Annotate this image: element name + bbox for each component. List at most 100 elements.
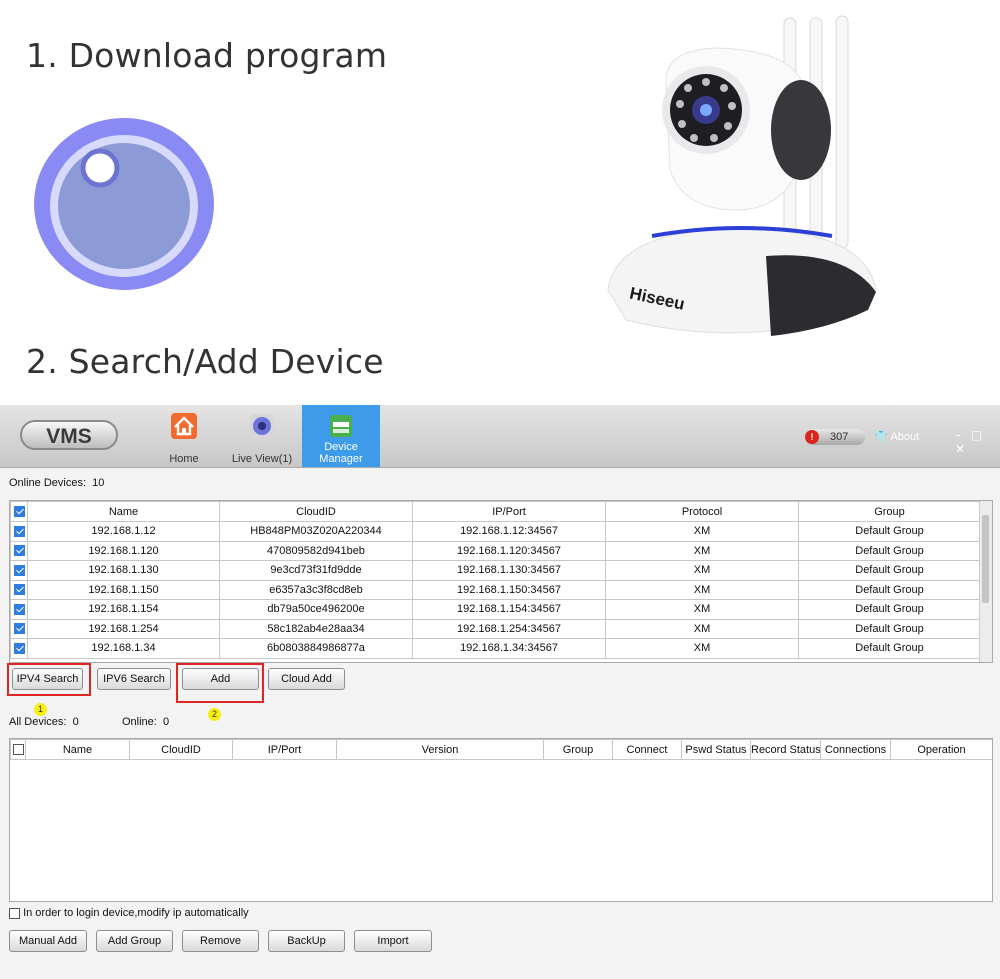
about-label: About [890, 431, 920, 443]
col-header[interactable]: Name [25, 739, 130, 760]
all-devices-text: All Devices: [9, 716, 67, 728]
table-row[interactable]: 192.168.1.254 58c182ab4e28aa34 192.168.1… [10, 618, 981, 639]
col-header[interactable]: Group [543, 739, 613, 760]
cell-protocol: XM [605, 618, 799, 639]
table-row[interactable]: 192.168.1.34 6b0803884986877a 192.168.1.… [10, 638, 981, 659]
checkbox-checked-icon [13, 603, 25, 615]
col-header[interactable]: Version [336, 739, 544, 760]
cell-group: Default Group [798, 579, 981, 600]
cell-group: Default Group [798, 521, 981, 542]
camera-lens-icon [250, 414, 274, 438]
checkbox-checked-icon [13, 525, 25, 537]
cell-name: 192.168.1.34 [27, 638, 220, 659]
checkbox-checked-icon [13, 642, 25, 654]
app-logo-icon [34, 118, 214, 290]
nav-home[interactable]: Home [160, 405, 208, 467]
table-row[interactable]: 192.168.1.12 HB848PM03Z020A220344 192.16… [10, 521, 981, 542]
manual-add-button[interactable]: Manual Add [9, 930, 87, 952]
cell-cloudid: db79a50ce496200e [219, 599, 413, 620]
col-header[interactable]: Connect [612, 739, 682, 760]
cell-cloudid: HB848PM03Z020A220344 [219, 521, 413, 542]
col-header[interactable]: Connections [820, 739, 891, 760]
device-manager-icon [330, 415, 352, 437]
vms-logo: VMS [20, 420, 118, 450]
step-marker-1: 1 [34, 703, 47, 716]
col-header[interactable]: Record Status [750, 739, 821, 760]
row-checkbox[interactable] [10, 638, 28, 659]
nav-device-manager-label: Device Manager [319, 441, 363, 465]
cell-name: 192.168.1.130 [27, 560, 220, 581]
cloud-add-button[interactable]: Cloud Add [268, 668, 345, 690]
add-group-button[interactable]: Add Group [96, 930, 173, 952]
online-devices-count: 10 [92, 477, 105, 489]
col-header[interactable]: Pswd Status [681, 739, 751, 760]
step2-title: 2. Search/Add Device [26, 342, 384, 381]
nav-live-view-label: Live View(1) [231, 453, 293, 465]
checkbox-unchecked-icon [12, 744, 24, 756]
checkbox-checked-icon [13, 545, 25, 557]
table-row[interactable]: 192.168.1.120 470809582d941beb 192.168.1… [10, 540, 981, 561]
select-all-checkbox[interactable] [10, 501, 28, 522]
window-controls[interactable]: – □ ✕ [955, 428, 1000, 456]
cell-group: Default Group [798, 540, 981, 561]
remove-button[interactable]: Remove [182, 930, 259, 952]
nav-device-manager[interactable]: Device Manager [302, 405, 380, 467]
import-button[interactable]: Import [354, 930, 432, 952]
checkbox-checked-icon [13, 584, 25, 596]
cell-cloudid: 9e3cd73f31fd9dde [219, 560, 413, 581]
col-header[interactable]: CloudID [129, 739, 233, 760]
all-table-header: Name CloudID IP/Port Version Group Conne… [10, 739, 992, 760]
select-all-checkbox[interactable] [10, 739, 26, 760]
cell-ipport: 192.168.1.34:34567 [412, 638, 606, 659]
auto-ip-option[interactable]: In order to login device,modify ip autom… [9, 907, 249, 919]
vms-window: VMS Home Live View(1) Device Manager ! 3… [0, 405, 1000, 979]
alarm-counter[interactable]: ! 307 [805, 429, 865, 445]
ipv6-search-button[interactable]: IPV6 Search [97, 668, 171, 690]
cell-ipport: 192.168.1.154:34567 [412, 599, 606, 620]
ipv4-search-highlight [7, 663, 91, 696]
cell-name: 192.168.1.254 [27, 618, 220, 639]
shirt-icon: 👕 [874, 431, 888, 443]
row-checkbox[interactable] [10, 521, 28, 542]
checkbox-unchecked-icon[interactable] [9, 907, 20, 919]
col-header[interactable]: Protocol [605, 501, 799, 522]
cell-group: Default Group [798, 618, 981, 639]
nav-live-view[interactable]: Live View(1) [228, 405, 296, 467]
cell-group: Default Group [798, 638, 981, 659]
all-devices-label: All Devices: 0 [9, 716, 79, 728]
cell-ipport: 192.168.1.150:34567 [412, 579, 606, 600]
table-row[interactable]: 192.168.1.154 db79a50ce496200e 192.168.1… [10, 599, 981, 620]
cell-cloudid: e6357a3c3f8cd8eb [219, 579, 413, 600]
cell-protocol: XM [605, 540, 799, 561]
row-checkbox[interactable] [10, 540, 28, 561]
cell-protocol: XM [605, 599, 799, 620]
cell-cloudid: 470809582d941beb [219, 540, 413, 561]
col-header[interactable]: CloudID [219, 501, 413, 522]
all-online-label: Online: 0 [122, 716, 169, 728]
scrollbar-thumb[interactable] [982, 515, 989, 603]
table-row[interactable]: 192.168.1.150 e6357a3c3f8cd8eb 192.168.1… [10, 579, 981, 600]
online-devices-text: Online Devices: [9, 477, 87, 489]
backup-button[interactable]: BackUp [268, 930, 345, 952]
all-devices-count: 0 [72, 716, 79, 728]
cell-protocol: XM [605, 579, 799, 600]
col-header[interactable]: Group [798, 501, 981, 522]
row-checkbox[interactable] [10, 560, 28, 581]
col-header[interactable]: Operation [890, 739, 992, 760]
row-checkbox[interactable] [10, 579, 28, 600]
cell-cloudid: 6b0803884986877a [219, 638, 413, 659]
add-highlight [176, 663, 264, 703]
all-devices-table: Name CloudID IP/Port Version Group Conne… [9, 738, 993, 902]
row-checkbox[interactable] [10, 599, 28, 620]
col-header[interactable]: IP/Port [232, 739, 337, 760]
cell-protocol: XM [605, 638, 799, 659]
about-button[interactable]: 👕 About [874, 430, 919, 443]
vms-topbar: VMS Home Live View(1) Device Manager ! 3… [0, 405, 1000, 468]
online-table-scrollbar[interactable] [979, 501, 992, 662]
row-checkbox[interactable] [10, 618, 28, 639]
col-header[interactable]: Name [27, 501, 220, 522]
col-header[interactable]: IP/Port [412, 501, 606, 522]
table-row[interactable]: 192.168.1.130 9e3cd73f31fd9dde 192.168.1… [10, 560, 981, 581]
alarm-count: 307 [830, 431, 849, 443]
camera-product-image: Hiseeu [607, 15, 877, 336]
